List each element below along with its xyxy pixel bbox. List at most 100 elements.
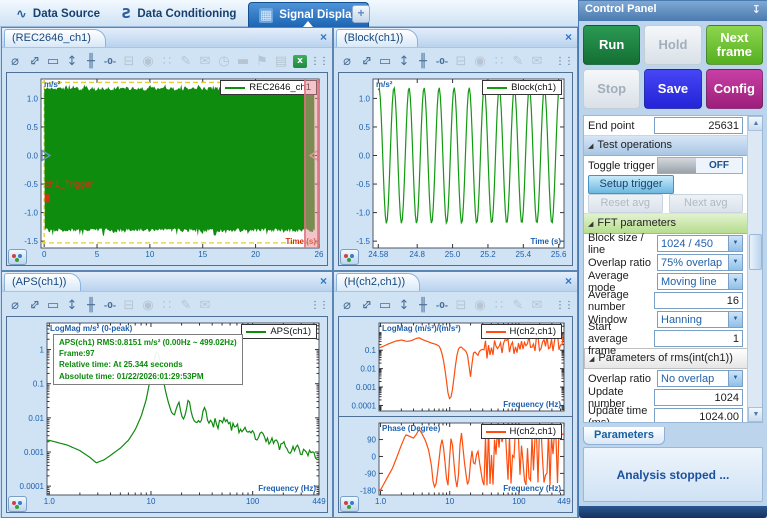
sliders-icon[interactable]: ╫ [414, 52, 432, 71]
scroll-thumb[interactable] [749, 234, 762, 270]
block-waveform-chart[interactable]: 24.5824.825.025.225.425.61.00.50.0-0.5-1… [338, 72, 573, 266]
legend[interactable]: Block(ch1) [482, 80, 562, 95]
section-test-operations[interactable]: ◢Test operations [584, 135, 751, 156]
cursor-icon[interactable]: ↕ [63, 52, 81, 71]
more-options-icon[interactable]: ⋮⋮ [555, 52, 573, 71]
window-dropdown[interactable]: Hanning▼ [657, 311, 743, 328]
chevron-down-icon[interactable]: ▼ [728, 312, 742, 327]
tab-data-source[interactable]: ∿ Data Source [6, 2, 110, 26]
add-tab-button[interactable]: + [352, 5, 370, 23]
delete-icon[interactable]: ⊟ [120, 52, 138, 71]
chevron-down-icon[interactable]: ▼ [728, 255, 742, 270]
palette-icon[interactable] [340, 496, 359, 512]
section-parameters-of-rms-int-ch1[interactable]: ◢Parameters of rms(int(ch1)) [584, 348, 751, 369]
scroll-down-icon[interactable]: ▼ [748, 407, 763, 422]
flag-icon[interactable]: ⚑ [253, 52, 271, 71]
setup-trigger-button[interactable]: Setup trigger [588, 175, 674, 194]
comment-icon[interactable]: ✉ [196, 52, 214, 71]
aps-spectrum-chart[interactable]: 1.01010044910.10.010.0010.0001LogMag m/s… [6, 316, 328, 513]
scatter-icon[interactable]: ∷ [158, 296, 176, 315]
chevron-down-icon[interactable]: ▼ [728, 371, 742, 386]
delete-icon[interactable]: ⊟ [452, 296, 470, 315]
axis-zero-icon[interactable]: -0- [101, 52, 119, 71]
tab-signal-display[interactable]: ▦ Signal Display [248, 2, 369, 27]
delete-icon[interactable]: ⊟ [120, 296, 138, 315]
rec-waveform-chart[interactable]: 05101520261.00.50.0-0.5-1.0-1.5ch1_Trigg… [6, 72, 328, 266]
end-point-input[interactable]: 25631 [654, 117, 743, 134]
panel-tab[interactable]: (APS(ch1)) [4, 273, 81, 291]
chevron-down-icon[interactable]: ▼ [728, 274, 742, 289]
legend[interactable]: H(ch2,ch1) [481, 424, 562, 439]
clock-icon[interactable]: ◷ [215, 52, 233, 71]
close-icon[interactable]: × [565, 30, 572, 44]
palette-icon[interactable] [340, 249, 359, 265]
scroll-up-icon[interactable]: ▲ [748, 116, 763, 131]
stop-button[interactable]: Stop [583, 69, 640, 109]
axis-zero-icon[interactable]: -0- [433, 296, 451, 315]
comment-icon[interactable]: ✉ [196, 296, 214, 315]
hold-button[interactable]: Hold [644, 25, 701, 65]
legend[interactable]: H(ch2,ch1) [481, 324, 562, 339]
overlap-ratio-dropdown[interactable]: No overlap▼ [657, 370, 743, 387]
delete-icon[interactable]: ⊟ [452, 52, 470, 71]
overlap-ratio-dropdown[interactable]: 75% overlap▼ [657, 254, 743, 271]
annotation-box[interactable]: APS(ch1) RMS:0.8151 m/s² (0.00Hz ~ 499.0… [53, 334, 243, 385]
sliders-icon[interactable]: ╫ [82, 296, 100, 315]
frf-phase-chart[interactable]: 1.010100449900-90-180Phase (Degree)Frequ… [338, 416, 573, 513]
pin-icon[interactable]: ↧ [752, 3, 761, 16]
marker-icon[interactable]: ◉ [139, 52, 157, 71]
save-button[interactable]: Save [644, 69, 701, 109]
update-time-ms-input[interactable]: 1024.00 [654, 408, 743, 423]
tab-data-conditioning[interactable]: Ƨ Data Conditioning [112, 2, 246, 26]
cursor-icon[interactable]: ↕ [63, 296, 81, 315]
update-number-input[interactable]: 1024 [654, 389, 743, 406]
sliders-icon[interactable]: ╫ [82, 52, 100, 71]
cursor-icon[interactable]: ↕ [395, 296, 413, 315]
average-number-input[interactable]: 16 [654, 292, 743, 309]
panel-tab[interactable]: (H(ch2,ch1)) [336, 273, 420, 291]
start-average-frame-input[interactable]: 1 [654, 330, 743, 347]
comment-icon[interactable]: ✉ [528, 52, 546, 71]
erase-icon[interactable]: ✎ [509, 52, 527, 71]
axis-zero-icon[interactable]: -0- [433, 52, 451, 71]
reset-avg-button[interactable]: Reset avg [588, 194, 663, 213]
average-mode-dropdown[interactable]: Moving line▼ [657, 273, 743, 290]
palette-icon[interactable] [8, 249, 27, 265]
toggle-knob[interactable] [658, 158, 696, 173]
erase-icon[interactable]: ✎ [177, 296, 195, 315]
axis-zero-icon[interactable]: -0- [101, 296, 119, 315]
erase-icon[interactable]: ✎ [509, 296, 527, 315]
comment-icon[interactable]: ✉ [528, 296, 546, 315]
scrollbar[interactable]: ▲ ▼ [747, 116, 762, 422]
scatter-icon[interactable]: ∷ [490, 52, 508, 71]
cursor-icon[interactable]: ↕ [395, 52, 413, 71]
tab-parameters[interactable]: Parameters [583, 427, 665, 445]
block-size-line-dropdown[interactable]: 1024 / 450▼ [657, 235, 743, 252]
panel-tab[interactable]: (Block(ch1)) [336, 29, 418, 47]
ruler-icon[interactable]: ▬ [234, 52, 252, 71]
marker-icon[interactable]: ◉ [471, 296, 489, 315]
panel-tab[interactable]: (REC2646_ch1) [4, 29, 106, 47]
chevron-down-icon[interactable]: ▼ [728, 236, 742, 251]
more-options-icon[interactable]: ⋮⋮ [310, 296, 328, 315]
erase-icon[interactable]: ✎ [177, 52, 195, 71]
next-frame-button[interactable]: Next frame [706, 25, 763, 65]
trigger-toggle[interactable]: OFF [657, 157, 743, 174]
close-icon[interactable]: × [320, 30, 327, 44]
marker-icon[interactable]: ◉ [139, 296, 157, 315]
next-avg-button[interactable]: Next avg [669, 194, 744, 213]
close-icon[interactable]: × [565, 274, 572, 288]
frf-magnitude-chart[interactable]: 0.10.010.0010.0001LogMag (m/s²)/(m/s²)Fr… [338, 316, 573, 418]
more-options-icon[interactable]: ⋮⋮ [555, 296, 573, 315]
palette-icon[interactable] [8, 496, 27, 512]
legend[interactable]: APS(ch1) [241, 324, 317, 339]
close-icon[interactable]: × [320, 274, 327, 288]
note-icon[interactable]: ▤ [272, 52, 290, 71]
sliders-icon[interactable]: ╫ [414, 296, 432, 315]
legend[interactable]: REC2646_ch1 [220, 80, 317, 95]
scatter-icon[interactable]: ∷ [158, 52, 176, 71]
run-button[interactable]: Run [583, 25, 640, 65]
marker-icon[interactable]: ◉ [471, 52, 489, 71]
excel-export-icon[interactable]: x [293, 55, 307, 68]
more-options-icon[interactable]: ⋮⋮ [310, 52, 328, 71]
